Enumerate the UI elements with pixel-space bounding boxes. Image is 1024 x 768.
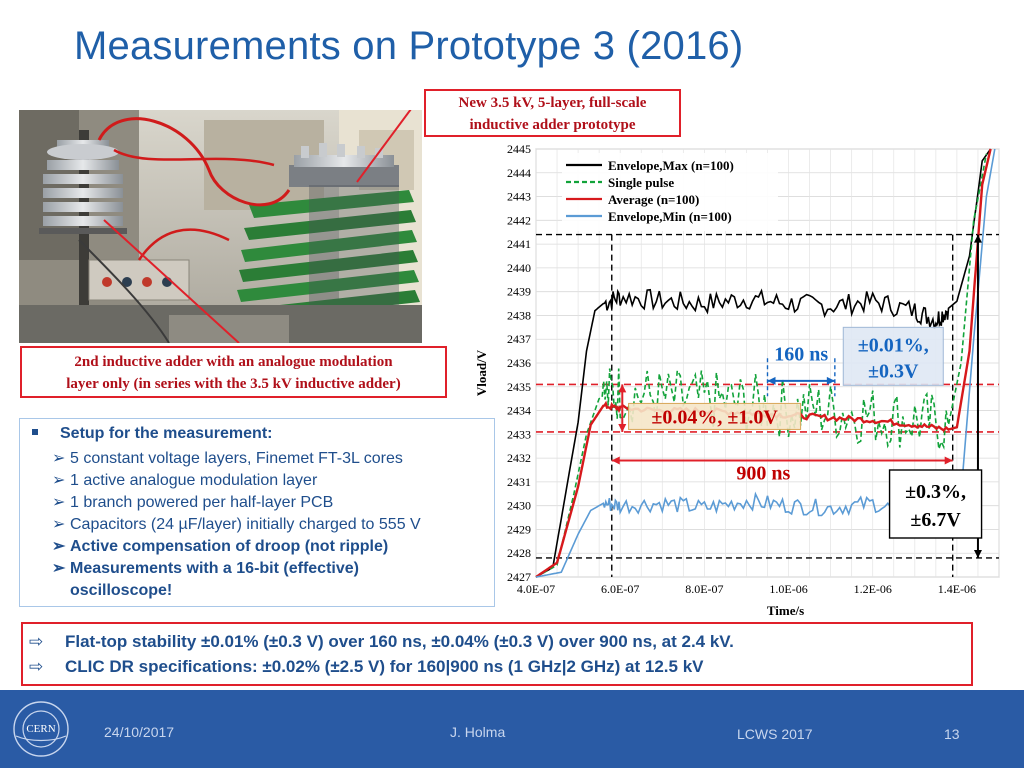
x-tick-label: 1.2E-06 [854,582,892,596]
y-tick-label: 2438 [507,308,531,322]
annotation-0-3-percent: ±0.3%, [905,481,966,503]
summary-line-1: ⇨ Flat-top stability ±0.01% (±0.3 V) over… [29,632,734,651]
arrow-bullet-icon: ➢ [52,560,66,577]
y-axis-label: Vload/V [474,349,489,396]
new-prototype-callout-line2: inductive adder prototype [469,117,636,133]
arrow-bullet-icon: ➢ [52,516,66,533]
arrow-bullet-icon: ➢ [52,538,66,555]
y-tick-label: 2430 [507,499,531,513]
arrow-bullet-icon: ➢ [52,494,66,511]
new-prototype-callout: New 3.5 kV, 5-layer, full-scale inductiv… [424,89,681,137]
prototype-photo [19,110,422,343]
setup-item: ➢ 1 active analogue modulation layer [52,470,492,492]
right-arrow-icon: ⇨ [29,657,44,676]
y-tick-label: 2433 [507,427,531,441]
legend-label: Single pulse [608,175,674,190]
slide-title: Measurements on Prototype 3 (2016) [74,24,744,68]
right-arrow-icon: ⇨ [29,632,44,651]
summary-line-2: ⇨ CLIC DR specifications: ±0.02% (±2.5 V)… [29,657,704,676]
y-tick-label: 2428 [507,546,531,560]
second-adder-callout-line1: 2nd inductive adder with an analogue mod… [74,354,393,370]
y-tick-label: 2441 [507,237,531,251]
y-tick-label: 2442 [507,213,531,227]
second-adder-callout-line2: layer only (in series with the 3.5 kV in… [66,376,401,392]
annotation-0-01-percent: ±0.01%, [858,334,929,356]
arrow-bullet-icon: ➢ [52,450,66,467]
y-tick-label: 2431 [507,475,531,489]
x-tick-label: 4.0E-07 [517,582,555,596]
annotation-900ns: 900 ns [736,463,790,485]
x-tick-label: 8.0E-07 [685,582,723,596]
footer-author: J. Holma [450,724,506,740]
footer-page-number: 13 [944,726,960,742]
footer-bar: CERN 24/10/2017 J. Holma LCWS 2017 13 [0,690,1024,768]
y-tick-label: 2432 [507,451,531,465]
waveform-chart-svg: 2427242824292430243124322433243424352436… [474,142,1000,618]
new-prototype-callout-line1: New 3.5 kV, 5-layer, full-scale [458,95,647,111]
y-tick-label: 2440 [507,261,531,275]
square-bullet-icon [32,428,38,435]
annotation-6-7-volt: ±6.7V [910,509,961,531]
setup-heading: Setup for the measurement: [32,425,272,443]
cern-logo-icon: CERN [13,701,69,757]
annotation-0-3-volt: ±0.3V [868,360,919,382]
y-tick-label: 2434 [507,404,531,418]
footer-event: LCWS 2017 [737,726,813,742]
setup-list: ➢ 5 constant voltage layers, Finemet FT-3… [52,448,492,602]
footer-date: 24/10/2017 [104,724,175,740]
x-tick-label: 6.0E-07 [601,582,639,596]
setup-item: ➢ 5 constant voltage layers, Finemet FT-3… [52,448,492,470]
second-adder-callout: 2nd inductive adder with an analogue mod… [20,346,447,398]
setup-item-continuation: oscilloscope! [70,582,173,599]
setup-item: ➢ Capacitors (24 µF/layer) initially char… [52,514,492,536]
y-tick-label: 2436 [507,356,531,370]
setup-item: ➢ 1 branch powered per half-layer PCB [52,492,492,514]
annotation-0-04-percent: ±0.04%, ±1.0V [651,406,778,428]
legend-label: Envelope,Min (n=100) [608,209,732,224]
x-axis-label: Time/s [767,603,804,618]
cern-logo-text: CERN [26,723,55,735]
y-tick-label: 2435 [507,380,531,394]
arrow-bullet-icon: ➢ [52,472,66,489]
summary-box: ⇨ Flat-top stability ±0.01% (±0.3 V) over… [21,622,973,686]
y-tick-label: 2443 [507,190,531,204]
y-tick-label: 2444 [507,166,531,180]
legend-label: Envelope,Max (n=100) [608,158,734,173]
setup-item: ➢ Active compensation of droop (not rippl… [52,536,492,558]
setup-item: ➢ Measurements with a 16-bit (effective) [52,558,492,580]
y-tick-label: 2429 [507,522,531,536]
x-tick-label: 1.0E-06 [769,582,807,596]
waveform-chart: 2427 2428 2429 2430 2431 2432 2433 2434 2435 2436… [468,137,1024,623]
y-tick-label: 2439 [507,285,531,299]
x-tick-label: 1.4E-06 [938,582,976,596]
setup-panel: Setup for the measurement: ➢ 5 constant v… [19,418,495,607]
legend-label: Average (n=100) [608,192,699,207]
annotation-160ns: 160 ns [774,344,828,366]
y-tick-label: 2445 [507,142,531,156]
y-tick-label: 2437 [507,332,531,346]
